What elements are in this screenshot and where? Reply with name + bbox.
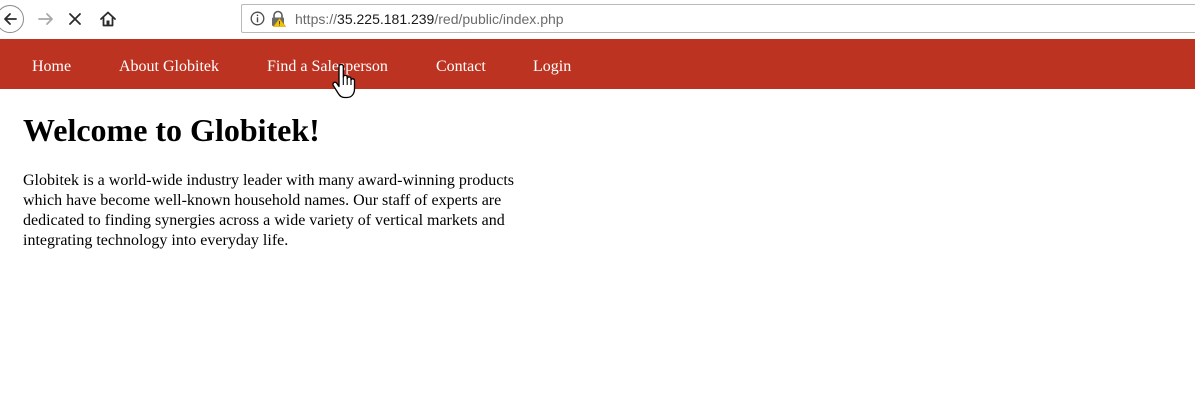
stop-icon [69,13,81,25]
nav-link-about[interactable]: About Globitek [119,57,219,77]
home-button[interactable] [94,5,122,33]
page-title: Welcome to Globitek! [23,112,320,148]
nav-link-login[interactable]: Login [533,57,571,77]
forward-arrow-icon [38,13,53,25]
url-host: 35.225.181.239 [337,11,435,27]
site-nav-bar: Home About Globitek Find a Salesperson C… [0,39,1195,89]
forward-button[interactable] [32,5,60,33]
url-path: /red/public/index.php [434,11,564,27]
browser-toolbar: https://35.225.181.239/red/public/index.… [0,0,1195,39]
url-scheme: https:// [295,11,338,27]
nav-link-salesperson[interactable]: Find a Salesperson [267,57,388,77]
back-button[interactable] [0,5,24,33]
nav-link-home[interactable]: Home [32,57,71,77]
lock-warning-icon[interactable] [270,10,286,27]
intro-paragraph: Globitek is a world-wide industry leader… [23,172,514,249]
home-icon [100,11,116,27]
info-icon[interactable] [250,11,265,26]
nav-link-contact[interactable]: Contact [436,57,486,77]
back-arrow-icon [4,13,17,25]
stop-button[interactable] [61,5,89,33]
address-bar[interactable]: https://35.225.181.239/red/public/index.… [241,4,1195,33]
url-text[interactable]: https://35.225.181.239/red/public/index.… [295,10,564,28]
